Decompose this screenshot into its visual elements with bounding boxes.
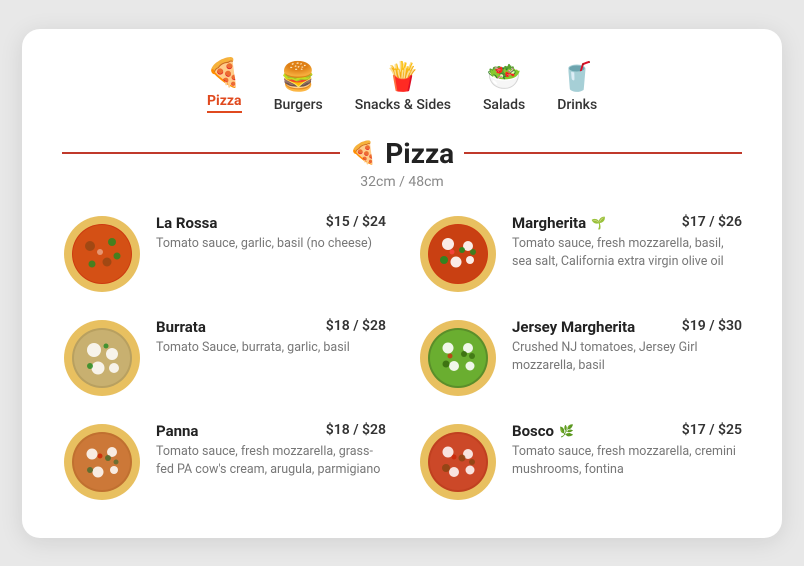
item-description: Tomato sauce, fresh mozzarella, grass-fe…	[156, 443, 386, 481]
menu-card: 🍕 Pizza 🍔 Burgers 🍟 Snacks & Sides 🥗 Sal…	[22, 29, 782, 538]
item-name-row: Burrata $18 / $28	[156, 318, 386, 336]
item-info-la-rossa: La Rossa $15 / $24 Tomato sauce, garlic,…	[156, 214, 386, 254]
pizza-image-margherita	[418, 214, 498, 294]
list-item: Margherita 🌱 $17 / $26 Tomato sauce, fre…	[418, 214, 742, 294]
item-price: $18 / $28	[326, 318, 386, 334]
item-description: Tomato sauce, fresh mozzarella, basil, s…	[512, 235, 742, 273]
snacks-icon: 🍟	[385, 63, 420, 91]
list-item: La Rossa $15 / $24 Tomato sauce, garlic,…	[62, 214, 386, 294]
menu-grid: La Rossa $15 / $24 Tomato sauce, garlic,…	[62, 214, 742, 502]
list-item: Bosco 🌿 $17 / $25 Tomato sauce, fresh mo…	[418, 422, 742, 502]
item-price: $19 / $30	[682, 318, 742, 334]
section-subtitle: 32cm / 48cm	[62, 174, 742, 190]
item-badge: 🌱	[591, 216, 606, 230]
section-title: Pizza	[385, 137, 454, 170]
pizza-icon: 🍕	[207, 59, 242, 87]
item-price: $15 / $24	[326, 214, 386, 230]
pizza-image-bosco	[418, 422, 498, 502]
item-name-row: Bosco 🌿 $17 / $25	[512, 422, 742, 440]
item-info-burrata: Burrata $18 / $28 Tomato Sauce, burrata,…	[156, 318, 386, 358]
item-info-margherita: Margherita 🌱 $17 / $26 Tomato sauce, fre…	[512, 214, 742, 273]
pizza-image-burrata	[62, 318, 142, 398]
item-name: Jersey Margherita	[512, 318, 635, 336]
item-name: Margherita 🌱	[512, 214, 606, 232]
nav-salads-label: Salads	[483, 97, 525, 113]
item-name: Burrata	[156, 318, 206, 336]
item-price: $17 / $25	[682, 422, 742, 438]
salads-icon: 🥗	[487, 63, 522, 91]
item-price: $18 / $28	[326, 422, 386, 438]
list-item: Jersey Margherita $19 / $30 Crushed NJ t…	[418, 318, 742, 398]
section-line-left	[62, 152, 340, 154]
list-item: Burrata $18 / $28 Tomato Sauce, burrata,…	[62, 318, 386, 398]
section-pizza-icon: 🍕	[350, 141, 377, 166]
drinks-icon: 🥤	[560, 63, 595, 91]
nav-snacks-label: Snacks & Sides	[355, 97, 451, 113]
item-name: Bosco 🌿	[512, 422, 574, 440]
nav-pizza[interactable]: 🍕 Pizza	[207, 59, 242, 113]
item-name: La Rossa	[156, 214, 217, 232]
item-badge: 🌿	[559, 424, 574, 438]
nav-burgers-label: Burgers	[274, 97, 323, 113]
item-price: $17 / $26	[682, 214, 742, 230]
item-name-row: Panna $18 / $28	[156, 422, 386, 440]
nav-drinks[interactable]: 🥤 Drinks	[557, 63, 597, 113]
nav-drinks-label: Drinks	[557, 97, 597, 113]
nav-pizza-label: Pizza	[207, 93, 241, 113]
nav-snacks[interactable]: 🍟 Snacks & Sides	[355, 63, 451, 113]
item-info-panna: Panna $18 / $28 Tomato sauce, fresh mozz…	[156, 422, 386, 481]
item-description: Tomato sauce, fresh mozzarella, cremini …	[512, 443, 742, 481]
item-name-row: La Rossa $15 / $24	[156, 214, 386, 232]
item-name-row: Jersey Margherita $19 / $30	[512, 318, 742, 336]
section-line-right	[464, 152, 742, 154]
item-name-row: Margherita 🌱 $17 / $26	[512, 214, 742, 232]
nav-salads[interactable]: 🥗 Salads	[483, 63, 525, 113]
section-header: 🍕 Pizza	[62, 137, 742, 170]
pizza-image-jersey-margherita	[418, 318, 498, 398]
category-nav: 🍕 Pizza 🍔 Burgers 🍟 Snacks & Sides 🥗 Sal…	[62, 59, 742, 113]
burger-icon: 🍔	[281, 63, 316, 91]
pizza-image-panna	[62, 422, 142, 502]
item-name: Panna	[156, 422, 198, 440]
list-item: Panna $18 / $28 Tomato sauce, fresh mozz…	[62, 422, 386, 502]
item-info-bosco: Bosco 🌿 $17 / $25 Tomato sauce, fresh mo…	[512, 422, 742, 481]
item-description: Crushed NJ tomatoes, Jersey Girl mozzare…	[512, 339, 742, 377]
nav-burgers[interactable]: 🍔 Burgers	[274, 63, 323, 113]
pizza-image-la-rossa	[62, 214, 142, 294]
item-description: Tomato Sauce, burrata, garlic, basil	[156, 339, 386, 358]
item-info-jersey-margherita: Jersey Margherita $19 / $30 Crushed NJ t…	[512, 318, 742, 377]
item-description: Tomato sauce, garlic, basil (no cheese)	[156, 235, 386, 254]
section-title-wrap: 🍕 Pizza	[350, 137, 454, 170]
